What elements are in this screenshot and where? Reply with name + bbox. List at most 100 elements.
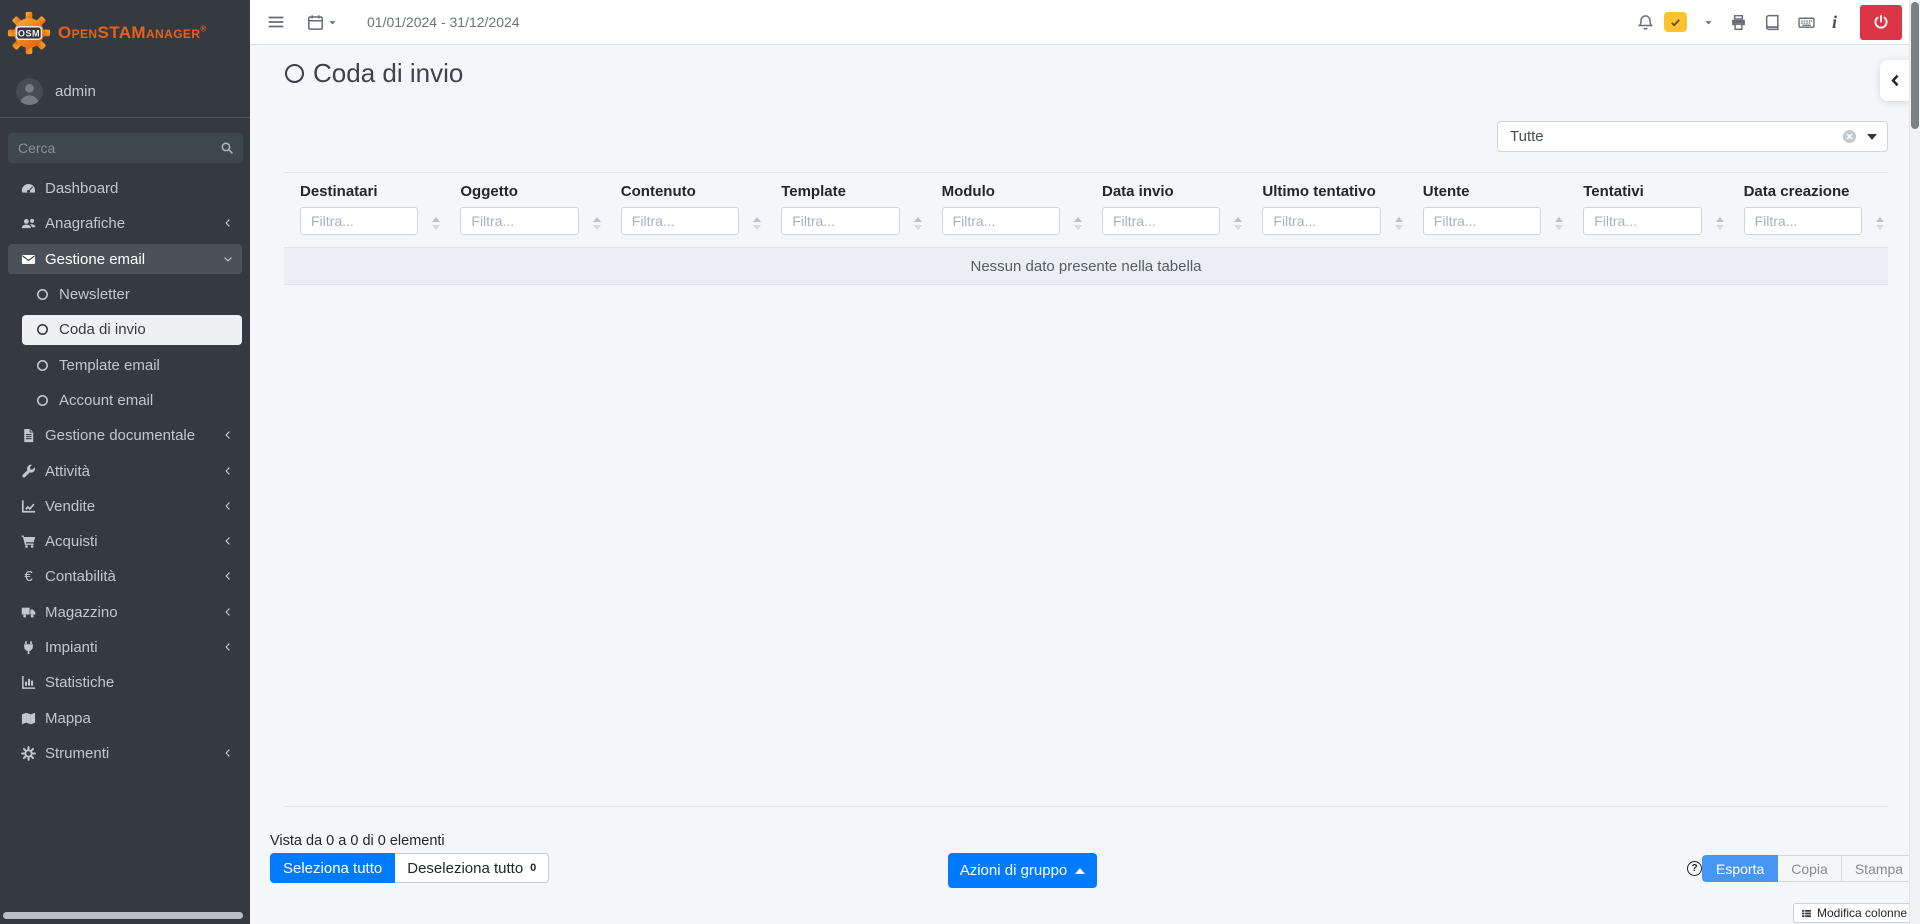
caret-down-icon (328, 18, 337, 27)
page-scrollbar-thumb[interactable] (1911, 2, 1919, 129)
sort-arrows-icon[interactable] (593, 217, 601, 230)
book-icon[interactable] (1764, 14, 1781, 31)
date-range[interactable]: 01/01/2024 - 31/12/2024 (367, 14, 520, 30)
chevron-left-icon (223, 568, 233, 585)
sidebar-horizontal-scrollbar[interactable] (3, 912, 243, 919)
column-label[interactable]: Data invio (1102, 183, 1220, 200)
column-label[interactable]: Oggetto (460, 183, 578, 200)
sidebar-item-link[interactable]: Coda di invio (22, 315, 242, 345)
svg-text:OSM: OSM (18, 28, 40, 38)
column-filter-input[interactable] (1744, 207, 1862, 235)
topbar-right-icons: i (1637, 5, 1902, 40)
info-icon[interactable]: i (1832, 13, 1837, 31)
sidebar-item-magazzino: Magazzino (0, 595, 250, 630)
column-label[interactable]: Utente (1423, 183, 1541, 200)
sidebar-item-link[interactable]: Statistiche (8, 668, 242, 698)
column-filter-input[interactable] (1262, 207, 1380, 235)
column-label[interactable]: Modulo (942, 183, 1060, 200)
sidebar-item-link[interactable]: Acquisti (8, 527, 242, 557)
chevron-left-icon (223, 215, 233, 232)
sidebar-item-link[interactable]: Dashboard (8, 174, 242, 204)
caret-down-icon[interactable] (1704, 18, 1713, 27)
sidebar-item-link[interactable]: Gestione documentale (8, 421, 242, 451)
sidebar-item-link[interactable]: Mappa (8, 703, 242, 733)
status-check-badge[interactable] (1664, 12, 1687, 32)
edit-columns-button[interactable]: Modifica colonne (1793, 903, 1915, 923)
file-icon (20, 428, 37, 443)
help-icon[interactable]: ? (1687, 861, 1702, 876)
period-picker[interactable] (307, 14, 337, 31)
brand[interactable]: OSM OpenSTAManager® (0, 0, 250, 66)
column-filter-input[interactable] (942, 207, 1060, 235)
sort-arrows-icon[interactable] (432, 217, 440, 230)
column-filter-input[interactable] (1102, 207, 1220, 235)
column-label[interactable]: Template (781, 183, 899, 200)
column-filter-input[interactable] (621, 207, 739, 235)
sidebar-item-link[interactable]: Vendite (8, 491, 242, 521)
column-filter-input[interactable] (300, 207, 418, 235)
empty-table-message: Nessun dato presente nella tabella (284, 247, 1888, 285)
sidebar-item-link[interactable]: € Contabilità (8, 562, 242, 592)
column-label[interactable]: Ultimo tentativo (1262, 183, 1380, 200)
logout-power-button[interactable] (1860, 5, 1902, 40)
group-actions-button[interactable]: Azioni di gruppo (948, 853, 1097, 888)
sidebar-item-link[interactable]: Strumenti (8, 738, 242, 768)
bell-icon[interactable] (1637, 14, 1654, 31)
column-label[interactable]: Data creazione (1744, 183, 1862, 200)
column-filter-input[interactable] (1423, 207, 1541, 235)
sidebar-item-link[interactable]: Account email (22, 385, 242, 415)
sort-arrows-icon[interactable] (1234, 217, 1242, 230)
circle-icon (285, 64, 304, 83)
search-input[interactable] (8, 133, 210, 163)
sort-arrows-icon[interactable] (1074, 217, 1082, 230)
table-column-header: Destinatari (284, 173, 444, 247)
gear-icon (20, 746, 37, 761)
user-name[interactable]: admin (55, 83, 96, 100)
registered-mark: ® (200, 24, 206, 33)
printer-icon[interactable] (1730, 14, 1747, 31)
table-column-header: Template (765, 173, 925, 247)
chevron-left-icon (1889, 74, 1902, 87)
column-label[interactable]: Destinatari (300, 183, 418, 200)
column-label[interactable]: Tentativi (1583, 183, 1701, 200)
column-filter-input[interactable] (1583, 207, 1701, 235)
sidebar-item-anagrafiche: Anagrafiche (0, 206, 250, 241)
keyboard-icon[interactable] (1798, 14, 1815, 31)
select-all-button[interactable]: Seleziona tutto (270, 853, 395, 883)
sort-arrows-icon[interactable] (1876, 217, 1884, 230)
sort-arrows-icon[interactable] (1555, 217, 1563, 230)
euro-icon: € (20, 569, 37, 584)
hamburger-icon[interactable] (267, 13, 285, 31)
status-filter-select[interactable]: Tutte (1497, 121, 1888, 152)
sort-arrows-icon[interactable] (1716, 217, 1724, 230)
sidebar-item-link[interactable]: Anagrafiche (8, 209, 242, 239)
print-button[interactable]: Stampa (1842, 855, 1917, 882)
avatar[interactable] (16, 78, 43, 105)
clear-icon[interactable] (1842, 129, 1857, 144)
export-buttons: Esporta Copia Stampa (1702, 855, 1917, 882)
topbar: 01/01/2024 - 31/12/2024 i (250, 0, 1920, 45)
column-filter-input[interactable] (460, 207, 578, 235)
sidebar-item-link[interactable]: Template email (22, 350, 242, 380)
sidebar-item-link[interactable]: Magazzino (8, 597, 242, 627)
calendar-icon (307, 14, 324, 31)
sort-arrows-icon[interactable] (753, 217, 761, 230)
sort-arrows-icon[interactable] (914, 217, 922, 230)
table-summary: Vista da 0 a 0 di 0 elementi (270, 833, 445, 849)
copy-button[interactable]: Copia (1778, 855, 1842, 882)
export-button[interactable]: Esporta (1702, 855, 1778, 882)
power-icon (1873, 14, 1889, 30)
column-label[interactable]: Contenuto (621, 183, 739, 200)
sidebar-item-link[interactable]: Gestione email (8, 244, 242, 274)
wrench-icon (20, 464, 37, 479)
deselect-all-button[interactable]: Deseleziona tutto 0 (395, 853, 549, 883)
brand-name: OpenSTAManager® (58, 23, 207, 43)
sidebar-item-link[interactable]: Impianti (8, 633, 242, 663)
sidebar-item-link[interactable]: Newsletter (22, 280, 242, 310)
search-button[interactable] (210, 133, 243, 163)
sort-arrows-icon[interactable] (1395, 217, 1403, 230)
collapse-panel-button[interactable] (1880, 60, 1910, 101)
column-filter-input[interactable] (781, 207, 899, 235)
sidebar-item-impianti: Impianti (0, 630, 250, 665)
sidebar-item-link[interactable]: Attività (8, 456, 242, 486)
